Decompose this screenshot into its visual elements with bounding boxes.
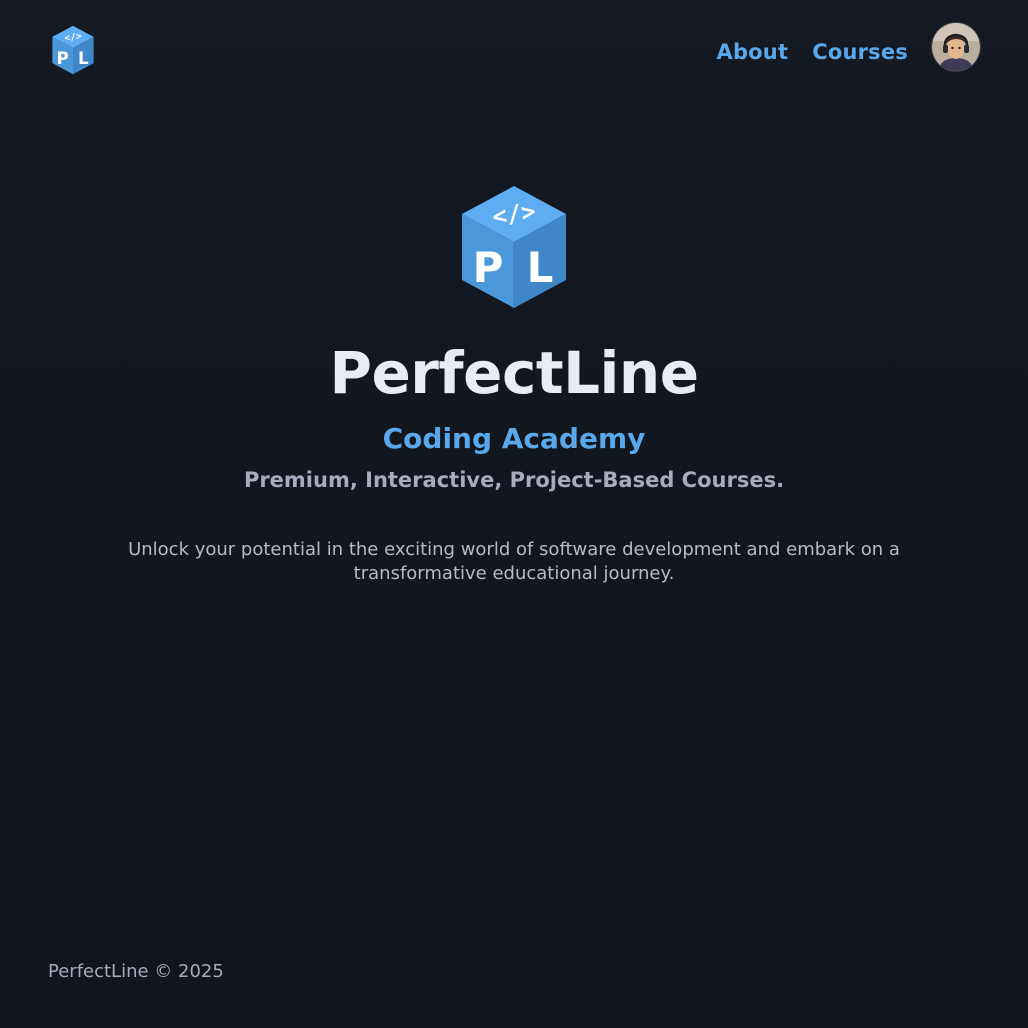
svg-text:P: P bbox=[57, 49, 69, 68]
svg-text:L: L bbox=[527, 243, 554, 292]
footer-copyright: PerfectLine © 2025 bbox=[48, 961, 224, 982]
svg-text:P: P bbox=[473, 243, 504, 292]
avatar[interactable] bbox=[932, 23, 980, 71]
hero-logo-icon: </> P L bbox=[462, 186, 566, 308]
svg-text:</>: </> bbox=[491, 197, 538, 231]
svg-text:L: L bbox=[78, 49, 89, 68]
logo-icon[interactable]: </> P L bbox=[50, 25, 96, 75]
nav-link-courses[interactable]: Courses bbox=[812, 40, 908, 64]
user-avatar-icon bbox=[932, 23, 980, 71]
hero-tagline: Premium, Interactive, Project-Based Cour… bbox=[243, 468, 785, 492]
hero-description: Unlock your potential in the exciting wo… bbox=[128, 539, 900, 584]
main-nav: About Courses bbox=[717, 23, 980, 71]
landing-page: </> P L About Courses </> P L PerfectLin… bbox=[0, 0, 1028, 1028]
page-title: PerfectLine bbox=[329, 339, 699, 407]
hero-subtitle: Coding Academy bbox=[382, 422, 646, 455]
nav-link-about[interactable]: About bbox=[717, 40, 789, 64]
